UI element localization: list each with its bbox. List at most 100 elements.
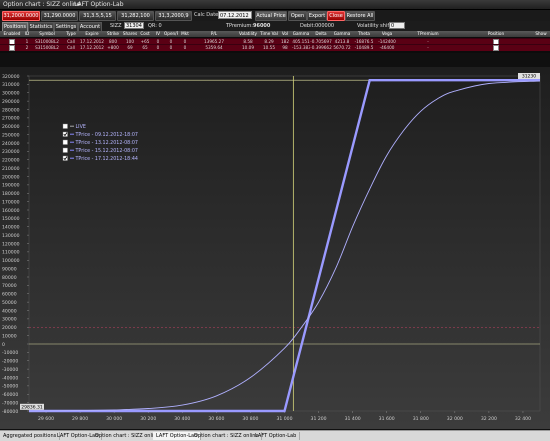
- column-header[interactable]: Volatility: [236, 31, 260, 37]
- y-tick-label: 60000: [2, 292, 17, 298]
- y-tick-label: 40000: [2, 308, 17, 314]
- open-button[interactable]: Open: [288, 11, 307, 21]
- quote-button-1[interactable]: 31,2000.0000: [2, 11, 40, 21]
- column-header[interactable]: Gamma: [332, 31, 352, 37]
- taskbar-tab-aggregated[interactable]: Aggregated positions: [0, 432, 61, 440]
- table-cell: 10.55: [263, 45, 275, 50]
- column-header[interactable]: Enabled: [2, 31, 22, 37]
- column-header[interactable]: Open/Price: [164, 31, 178, 37]
- y-tick-label: 170000: [2, 199, 20, 205]
- y-tick-label: 210000: [2, 166, 20, 172]
- quote-button-4[interactable]: 31,282,100: [117, 11, 154, 21]
- legend-checkbox[interactable]: [62, 147, 68, 153]
- y-tick-label: 320000: [2, 74, 20, 80]
- window-subtitle: LAFT Option-Lab: [74, 1, 124, 8]
- calc-date-input[interactable]: 07.12.2012: [218, 11, 252, 19]
- y-tick-label: 100000: [2, 258, 20, 264]
- column-header[interactable]: TPremium: [398, 31, 458, 37]
- x-tick-label: 30 000: [106, 416, 122, 422]
- quote-button-3[interactable]: 31,3.5,5,15: [79, 11, 116, 21]
- y-tick-label: -80000: [2, 409, 18, 415]
- y-tick-label: 160000: [2, 208, 20, 214]
- column-header[interactable]: Delta: [310, 31, 332, 37]
- column-header[interactable]: Strike: [104, 31, 122, 37]
- column-header[interactable]: Time Val: [260, 31, 278, 37]
- symbol-label: SIZZ: [110, 23, 122, 29]
- table-cell: 5670.72: [333, 45, 351, 50]
- column-header[interactable]: Position: [458, 31, 534, 37]
- column-header[interactable]: Gamma: [292, 31, 310, 37]
- y-tick-label: 290000: [2, 99, 20, 105]
- window-title: Option chart : SIZZ online: [3, 1, 81, 8]
- table-cell: +800: [107, 45, 119, 50]
- table-cell: 17.12.2012: [80, 45, 104, 50]
- column-header[interactable]: Show: [534, 31, 548, 37]
- y-tick-label: 140000: [2, 225, 20, 231]
- positions-grid: Enabled ID Symbol Type Expire Strike Shares Cos…: [0, 31, 550, 53]
- grid-header-row: Enabled ID Symbol Type Expire Strike Shares Cos…: [0, 31, 550, 37]
- y-tick-label: 0: [2, 342, 5, 348]
- column-header[interactable]: ID: [22, 31, 32, 37]
- tpremium-value: 96000: [253, 23, 271, 29]
- close-button[interactable]: Close: [327, 11, 345, 21]
- x-tick-label: 31 600: [379, 416, 395, 422]
- actual-price-button[interactable]: Actual Price: [255, 11, 287, 21]
- column-header[interactable]: Expire: [80, 31, 104, 37]
- y-tick-label: 30000: [2, 317, 17, 323]
- column-header[interactable]: P/L: [192, 31, 236, 37]
- enabled-checkbox[interactable]: [9, 45, 15, 51]
- table-row[interactable]: 2 S31500BL2 Call 17.12.2012 +800 69 65 0 0 0 5359.…: [0, 44, 550, 51]
- table-cell: [2, 45, 22, 51]
- table-cell: Call: [67, 45, 75, 50]
- y-tick-label: 10000: [2, 333, 17, 339]
- y-tick-label: 220000: [2, 158, 20, 164]
- volatility-shift-input[interactable]: 0: [389, 22, 405, 29]
- table-cell: 0: [169, 45, 173, 50]
- column-header[interactable]: Cost: [138, 31, 152, 37]
- y-tick-label: -40000: [2, 375, 18, 381]
- column-header[interactable]: Theta: [352, 31, 376, 37]
- table-cell: 0: [183, 45, 187, 50]
- qty-label: QR: 0: [148, 23, 162, 29]
- position-checkbox[interactable]: [493, 45, 499, 51]
- column-header[interactable]: IV: [152, 31, 164, 37]
- legend-label: TPrice - 09.12.2012-18:07: [75, 132, 138, 138]
- quote-button-5[interactable]: 31,3,2000,9: [155, 11, 192, 21]
- y-tick-label: 300000: [2, 91, 20, 97]
- column-header[interactable]: Type: [62, 31, 80, 37]
- table-cell: S31500BL2: [35, 45, 59, 50]
- export-button[interactable]: Export: [307, 11, 327, 21]
- symbol-input[interactable]: 31304: [124, 22, 144, 29]
- y-tick-label: 190000: [2, 183, 20, 189]
- legend-label: TPrice - 17.12.2012-18:44: [75, 156, 138, 162]
- y-tick-label: 280000: [2, 107, 20, 113]
- column-header[interactable]: Mkt: [178, 31, 192, 37]
- legend-checkbox[interactable]: [62, 123, 68, 129]
- table-cell: -10489.5: [354, 45, 374, 50]
- y-tick-label: 260000: [2, 124, 20, 130]
- taskbar-tab-option-lab-3[interactable]: LAFT Option-Lab: [252, 432, 301, 440]
- quote-button-2[interactable]: 31,290.0000: [41, 11, 78, 21]
- option-chart[interactable]: 3200003100003000002900002800002700002600…: [0, 67, 550, 429]
- x-tick-label: 32 000: [447, 416, 463, 422]
- x-tick-label: 31 200: [311, 416, 327, 422]
- column-header[interactable]: Vol: [278, 31, 292, 37]
- table-cell: 98: [282, 45, 288, 50]
- legend-checkbox[interactable]: [62, 139, 68, 145]
- x-tick-label: 29 600: [38, 416, 54, 422]
- x-tick-label: 30 400: [174, 416, 190, 422]
- quote-toolbar: 31,2000.0000 31,290.0000 31,3.5,5,15 31,…: [0, 10, 550, 21]
- table-cell: 2: [25, 45, 29, 50]
- y-tick-label: -30000: [2, 367, 18, 373]
- x-tick-label: 31 400: [345, 416, 361, 422]
- column-header[interactable]: Vega: [376, 31, 398, 37]
- debit-value: 000000: [315, 23, 335, 29]
- y-tick-label: 70000: [2, 283, 17, 289]
- column-header[interactable]: Symbol: [32, 31, 62, 37]
- table-cell: 65: [142, 45, 148, 50]
- y-tick-label: 90000: [2, 266, 17, 272]
- restore-all-button[interactable]: Restore All: [345, 11, 375, 21]
- position-toolbar: Positions Statistics Settings Account SI…: [0, 21, 550, 32]
- top-marker-label: 31230: [522, 74, 536, 80]
- column-header[interactable]: Shares: [122, 31, 138, 37]
